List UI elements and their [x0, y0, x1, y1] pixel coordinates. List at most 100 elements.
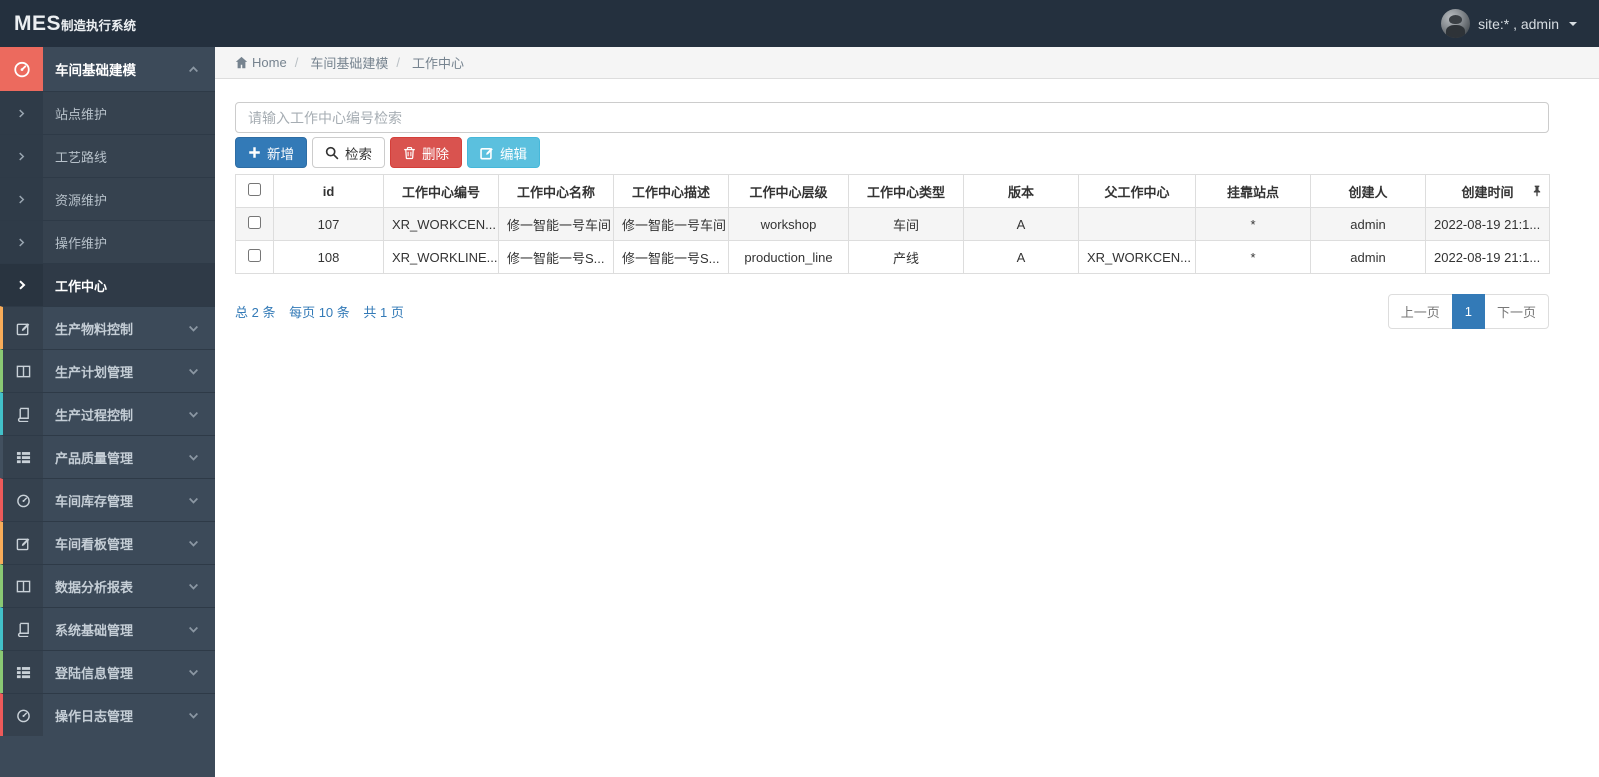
sidebar-item-quality-management[interactable]: 产品质量管理 [0, 435, 215, 478]
sidebar-item-station-maintenance[interactable]: 站点维护 [0, 91, 215, 134]
sidebar-item-production-plan[interactable]: 生产计划管理 [0, 349, 215, 392]
chevron-down-icon [188, 409, 199, 420]
top-bar: MES制造执行系统 site:* , admin [0, 0, 1599, 47]
chevron-down-icon [188, 581, 199, 592]
app-logo: MES制造执行系统 [0, 12, 136, 36]
sidebar-item-kanban-management[interactable]: 车间看板管理 [0, 521, 215, 564]
sidebar-item-label: 车间基础建模 [55, 63, 136, 78]
sidebar-item-work-center[interactable]: 工作中心 [0, 263, 215, 306]
sidebar-item-label: 操作维护 [55, 235, 108, 251]
col-header-level: 工作中心层级 [728, 174, 849, 208]
search-button[interactable]: 检索 [312, 137, 385, 168]
sidebar-item-label: 产品质量管理 [55, 450, 134, 466]
col-header-created: 创建时间 [1425, 174, 1550, 208]
chevron-up-icon [188, 64, 199, 75]
sidebar-item-label: 生产过程控制 [55, 407, 134, 423]
chevron-down-icon [188, 538, 199, 549]
sidebar-item-data-analysis[interactable]: 数据分析报表 [0, 564, 215, 607]
sidebar-item-process-route[interactable]: 工艺路线 [0, 134, 215, 177]
sidebar-item-operation-log[interactable]: 操作日志管理 [0, 693, 215, 736]
sidebar-item-resource-maintenance[interactable]: 资源维护 [0, 177, 215, 220]
edit-icon [3, 522, 43, 564]
search-icon [325, 146, 339, 159]
cell-created: 2022-08-19 21:1... [1425, 240, 1550, 274]
cell-version: A [963, 240, 1079, 274]
edit-icon [3, 307, 43, 349]
columns-icon [3, 565, 43, 607]
cell-id: 108 [273, 240, 384, 274]
cell-parent [1078, 207, 1196, 241]
add-button[interactable]: 新增 [235, 137, 307, 168]
col-header-code: 工作中心编号 [383, 174, 499, 208]
cell-type: 产线 [848, 240, 964, 274]
user-menu[interactable]: site:* , admin [1441, 9, 1599, 38]
page-size: 每页 10 条 [289, 305, 350, 320]
sidebar-item-label: 车间看板管理 [55, 536, 134, 552]
sidebar-item-label: 生产物料控制 [55, 321, 134, 337]
main-panel: Home 车间基础建模 工作中心 新增 检索 删除 编辑 [215, 47, 1599, 777]
chevron-down-icon [188, 452, 199, 463]
cell-type: 车间 [848, 207, 964, 241]
breadcrumb: Home 车间基础建模 工作中心 [215, 47, 1599, 79]
list-icon [3, 436, 43, 478]
content-area: 新增 检索 删除 编辑 [215, 79, 1599, 329]
select-all-checkbox[interactable] [248, 183, 261, 196]
row-checkbox[interactable] [248, 249, 261, 262]
breadcrumb-level1[interactable]: 车间基础建模 [287, 53, 388, 72]
chevron-down-icon [188, 323, 199, 334]
breadcrumb-home[interactable]: Home [235, 55, 287, 70]
pin-icon [1532, 185, 1542, 197]
cell-creator: admin [1310, 207, 1426, 241]
sidebar-item-process-control[interactable]: 生产过程控制 [0, 392, 215, 435]
table-header-row: id 工作中心编号 工作中心名称 工作中心描述 工作中心层级 工作中心类型 版本… [235, 174, 1550, 208]
cell-station: * [1195, 240, 1311, 274]
edit-button[interactable]: 编辑 [467, 137, 540, 168]
sidebar-item-label: 工艺路线 [55, 149, 108, 165]
cell-station: * [1195, 207, 1311, 241]
prev-page-button[interactable]: 上一页 [1387, 294, 1453, 329]
col-header-creator: 创建人 [1310, 174, 1426, 208]
sidebar-item-label: 车间库存管理 [55, 493, 134, 509]
next-page-button[interactable]: 下一页 [1483, 294, 1549, 329]
cell-desc: 修一智能一号车间 [613, 207, 729, 241]
dashboard-icon [3, 694, 43, 736]
pagination: 总 2 条 每页 10 条 共 1 页 上一页 1 下一页 [235, 294, 1549, 329]
work-center-table: id 工作中心编号 工作中心名称 工作中心描述 工作中心层级 工作中心类型 版本… [235, 174, 1550, 274]
chevron-right-icon [0, 221, 43, 263]
cell-creator: admin [1310, 240, 1426, 274]
sidebar-item-label: 操作日志管理 [55, 708, 134, 724]
col-header-version: 版本 [963, 174, 1079, 208]
col-header-type: 工作中心类型 [848, 174, 964, 208]
sidebar-item-label: 生产计划管理 [55, 364, 134, 380]
table-row: 108 XR_WORKLINE... 修一智能一号S... 修一智能一号S...… [235, 240, 1550, 274]
logo-suffix: 制造执行系统 [61, 18, 137, 33]
sidebar-item-label: 数据分析报表 [55, 579, 134, 595]
sidebar-item-system-management[interactable]: 系统基础管理 [0, 607, 215, 650]
cell-level: production_line [728, 240, 849, 274]
sidebar-item-label: 站点维护 [55, 106, 108, 122]
sidebar-item-login-info[interactable]: 登陆信息管理 [0, 650, 215, 693]
columns-icon [3, 350, 43, 392]
table-row: 107 XR_WORKCEN... 修一智能一号车间 修一智能一号车间 work… [235, 207, 1550, 241]
total-count: 总 2 条 [235, 305, 276, 320]
sidebar-item-label: 登陆信息管理 [55, 665, 134, 681]
sidebar-item-material-control[interactable]: 生产物料控制 [0, 306, 215, 349]
page-1-button[interactable]: 1 [1451, 294, 1485, 329]
cell-created: 2022-08-19 21:1... [1425, 207, 1550, 241]
caret-down-icon [1569, 21, 1577, 26]
row-checkbox[interactable] [248, 216, 261, 229]
chevron-down-icon [188, 710, 199, 721]
sidebar-item-label: 工作中心 [55, 278, 108, 294]
chevron-down-icon [188, 624, 199, 635]
logo-mes: MES [14, 11, 62, 35]
col-header-id: id [273, 174, 384, 208]
chevron-right-icon [0, 135, 43, 177]
sidebar-item-label: 资源维护 [55, 192, 108, 208]
sidebar-item-operation-maintenance[interactable]: 操作维护 [0, 220, 215, 263]
sidebar-item-inventory-management[interactable]: 车间库存管理 [0, 478, 215, 521]
search-input[interactable] [235, 102, 1549, 133]
select-all-cell [235, 174, 274, 208]
col-header-parent: 父工作中心 [1078, 174, 1196, 208]
sidebar-item-workshop-modeling[interactable]: 车间基础建模 [0, 47, 215, 91]
delete-button[interactable]: 删除 [390, 137, 462, 168]
